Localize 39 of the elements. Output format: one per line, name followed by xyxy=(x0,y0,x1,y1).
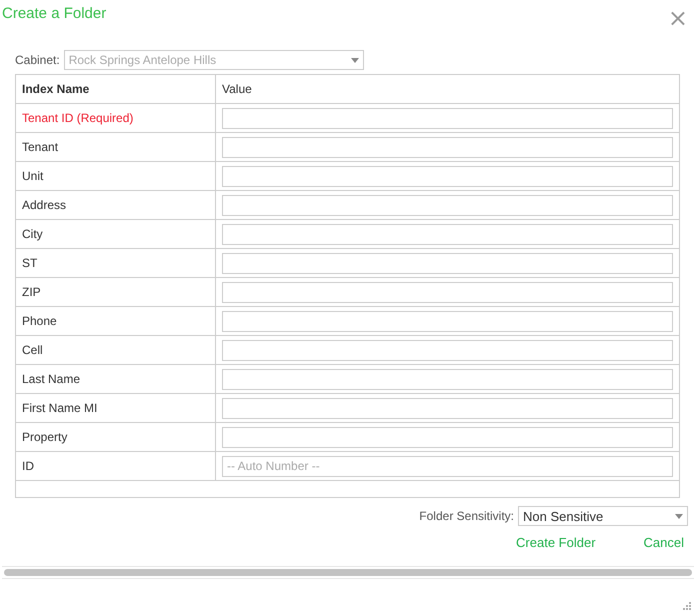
index-name-cell: First Name MI xyxy=(16,394,216,422)
column-header: Value xyxy=(221,81,253,98)
value-field[interactable] xyxy=(222,136,673,158)
value-field[interactable] xyxy=(222,224,673,244)
value-field[interactable] xyxy=(222,426,673,448)
resize-grip-icon xyxy=(682,601,692,611)
value-field[interactable] xyxy=(222,282,673,302)
index-name-cell: City xyxy=(16,220,216,248)
index-name-cell: Tenant xyxy=(16,133,216,161)
value-field[interactable] xyxy=(222,252,673,274)
sensitivity-select[interactable]: Non Sensitive xyxy=(518,506,688,526)
sensitivity-label: Folder Sensitivity: xyxy=(419,509,514,523)
index-name-cell: ZIP xyxy=(16,278,216,306)
close-button[interactable]: × xyxy=(668,8,688,28)
cancel-button[interactable]: Cancel xyxy=(644,535,684,550)
value-field[interactable] xyxy=(222,166,673,186)
index-name-cell: Cell xyxy=(16,336,216,364)
value-field[interactable]: -- Auto Number -- xyxy=(222,456,673,476)
column-header: Index Name xyxy=(16,75,216,103)
create-folder-button[interactable]: Create Folder xyxy=(516,535,596,550)
index-name-cell: Address xyxy=(16,191,216,219)
value-field[interactable] xyxy=(222,368,673,390)
cabinet-label: Cabinet: xyxy=(15,53,60,67)
value-field[interactable] xyxy=(222,398,673,418)
value-field[interactable] xyxy=(222,108,673,128)
scrollbar-thumb[interactable] xyxy=(4,569,692,576)
index-name-cell: Phone xyxy=(16,307,216,335)
caret-icon xyxy=(350,58,359,62)
value-field[interactable] xyxy=(222,340,673,360)
index-name-cell: ST xyxy=(16,249,216,277)
value-field[interactable] xyxy=(222,310,673,332)
index-name-cell: ID xyxy=(16,452,216,480)
dialog-title: Create a Folder xyxy=(2,5,106,22)
value-field[interactable] xyxy=(222,194,673,216)
index-name-cell: Property xyxy=(16,423,216,451)
index-name-cell: Tenant ID (Required) xyxy=(16,104,216,132)
index-name-cell: Unit xyxy=(16,162,216,190)
index-name-cell: Last Name xyxy=(16,365,216,393)
caret-icon xyxy=(675,514,683,518)
